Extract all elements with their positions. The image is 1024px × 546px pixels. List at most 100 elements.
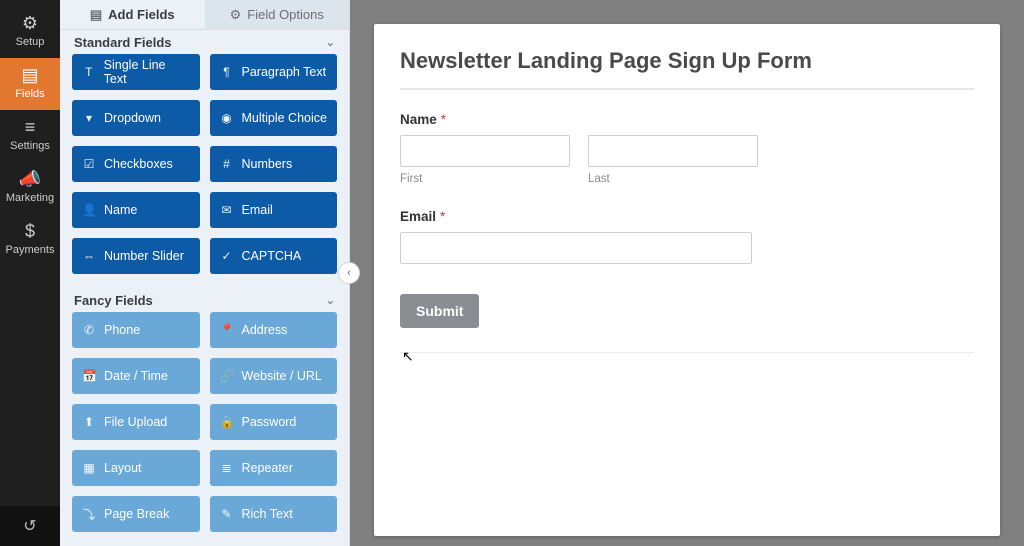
required-mark: * xyxy=(440,209,445,224)
field-label: Website / URL xyxy=(242,369,322,383)
link-icon: 🔗 xyxy=(220,369,234,383)
paragraph-icon: ¶ xyxy=(220,65,234,79)
field-layout[interactable]: ▦ Layout xyxy=(72,450,200,486)
fancy-fields-grid: ✆ Phone 📍 Address 📅 Date / Time 🔗 Website / … xyxy=(60,312,349,546)
nav-item-setup[interactable]: ⚙ Setup xyxy=(0,6,60,58)
fields-panel: ▤ Add Fields ⚙ Field Options Standard Fi… xyxy=(60,0,350,546)
field-repeater[interactable]: ≣Repeater xyxy=(210,450,338,486)
layout-icon: ▦ xyxy=(82,461,96,475)
field-label: Name xyxy=(104,203,137,217)
person-icon: 👤 xyxy=(82,203,96,217)
field-numbers[interactable]: #Numbers xyxy=(210,146,338,182)
field-label: Password xyxy=(242,415,297,429)
group-standard-fields[interactable]: Standard Fields ⌄ xyxy=(60,30,349,54)
field-address[interactable]: 📍 Address xyxy=(210,312,338,348)
field-page-break[interactable]: ⤵ Page Break xyxy=(72,496,200,532)
field-label: Dropdown xyxy=(104,111,161,125)
field-date-time[interactable]: 📅 Date / Time xyxy=(72,358,200,394)
last-sublabel: Last xyxy=(588,173,758,185)
name-field-block[interactable]: Name* First Last xyxy=(400,112,974,185)
name-label: Name* xyxy=(400,112,974,127)
field-label: Multiple Choice xyxy=(242,111,327,125)
nav-label: Payments xyxy=(0,244,60,256)
grid-icon: ▤ xyxy=(90,7,102,23)
chevron-down-icon: ⌄ xyxy=(326,36,335,49)
history-icon: ↺ xyxy=(23,516,36,536)
nav-label: Settings xyxy=(0,140,60,152)
group-fancy-fields[interactable]: Fancy Fields ⌄ xyxy=(60,288,349,312)
field-paragraph-text[interactable]: ¶ Paragraph Text xyxy=(210,54,338,90)
form-title[interactable]: Newsletter Landing Page Sign Up Form xyxy=(400,42,974,88)
nav-label: Setup xyxy=(0,36,60,48)
last-name-input[interactable] xyxy=(588,135,758,167)
field-label: Single Line Text xyxy=(104,58,190,86)
field-label: Rich Text xyxy=(242,507,293,521)
field-label: File Upload xyxy=(104,415,167,429)
field-label: Checkboxes xyxy=(104,157,173,171)
field-number-slider[interactable]: ⇔Number Slider xyxy=(72,238,200,274)
field-website-url[interactable]: 🔗 Website / URL xyxy=(210,358,338,394)
group-title: Fancy Fields xyxy=(74,293,153,308)
divider xyxy=(400,88,974,90)
submit-button[interactable]: Submit xyxy=(400,294,479,328)
field-phone[interactable]: ✆ Phone xyxy=(72,312,200,348)
field-email[interactable]: ✉Email xyxy=(210,192,338,228)
field-checkboxes[interactable]: ☑ Checkboxes xyxy=(72,146,200,182)
cursor-icon: ↖ xyxy=(402,348,414,365)
radio-icon: ◉ xyxy=(220,111,234,125)
field-single-line-text[interactable]: T Single Line Text xyxy=(72,54,200,90)
gear-icon: ⚙ xyxy=(0,14,60,32)
calendar-icon: 📅 xyxy=(82,369,96,383)
field-dropdown[interactable]: ▾ Dropdown xyxy=(72,100,200,136)
sliders-icon: ≡ xyxy=(0,118,60,136)
shield-icon: ✓ xyxy=(220,249,234,263)
field-label: Paragraph Text xyxy=(242,65,327,79)
chevron-left-icon: ‹ xyxy=(347,267,351,279)
field-label: CAPTCHA xyxy=(242,249,302,263)
lock-icon: 🔒 xyxy=(220,415,234,429)
edit-icon: ✎ xyxy=(220,507,234,521)
form-preview[interactable]: Newsletter Landing Page Sign Up Form Nam… xyxy=(374,24,1000,536)
nav-item-marketing[interactable]: 📣 Marketing xyxy=(0,162,60,214)
collapse-panel-button[interactable]: ‹ xyxy=(338,262,360,284)
nav-item-fields[interactable]: ▤ Fields xyxy=(0,58,60,110)
panel-tabs: ▤ Add Fields ⚙ Field Options xyxy=(60,0,349,30)
field-label: Address xyxy=(242,323,288,337)
left-nav-rail: ⚙ Setup ▤ Fields ≡ Settings 📣 Marketing … xyxy=(0,0,60,546)
field-captcha[interactable]: ✓ CAPTCHA xyxy=(210,238,338,274)
field-password[interactable]: 🔒 Password xyxy=(210,404,338,440)
phone-icon: ✆ xyxy=(82,323,96,337)
fields-icon: ▤ xyxy=(0,66,60,84)
nav-label: Marketing xyxy=(0,192,60,204)
required-mark: * xyxy=(441,112,446,127)
divider xyxy=(400,352,974,353)
standard-fields-grid: T Single Line Text ¶ Paragraph Text ▾ Dropd… xyxy=(60,54,349,288)
text-icon: T xyxy=(82,65,96,79)
field-name[interactable]: 👤 Name xyxy=(72,192,200,228)
envelope-icon: ✉ xyxy=(220,203,234,217)
upload-icon: ⬆ xyxy=(82,415,96,429)
tab-field-options[interactable]: ⚙ Field Options xyxy=(205,0,350,30)
repeater-icon: ≣ xyxy=(220,461,234,475)
field-label: Date / Time xyxy=(104,369,168,383)
history-button[interactable]: ↺ xyxy=(0,506,60,546)
email-input[interactable] xyxy=(400,232,752,264)
field-multiple-choice[interactable]: ◉ Multiple Choice xyxy=(210,100,338,136)
first-sublabel: First xyxy=(400,173,570,185)
email-field-block[interactable]: Email* xyxy=(400,209,974,264)
megaphone-icon: 📣 xyxy=(0,170,60,188)
dropdown-icon: ▾ xyxy=(82,111,96,125)
field-file-upload[interactable]: ⬆ File Upload xyxy=(72,404,200,440)
field-label: Phone xyxy=(104,323,140,337)
checkbox-icon: ☑ xyxy=(82,157,96,171)
tab-add-fields[interactable]: ▤ Add Fields xyxy=(60,0,205,30)
field-label: Page Break xyxy=(104,507,169,521)
pin-icon: 📍 xyxy=(220,323,234,337)
page-break-icon: ⤵ xyxy=(82,506,96,523)
nav-item-payments[interactable]: $ Payments xyxy=(0,214,60,266)
nav-item-settings[interactable]: ≡ Settings xyxy=(0,110,60,162)
field-rich-text[interactable]: ✎ Rich Text xyxy=(210,496,338,532)
first-name-input[interactable] xyxy=(400,135,570,167)
tab-label: Field Options xyxy=(247,7,324,22)
field-label: Layout xyxy=(104,461,142,475)
